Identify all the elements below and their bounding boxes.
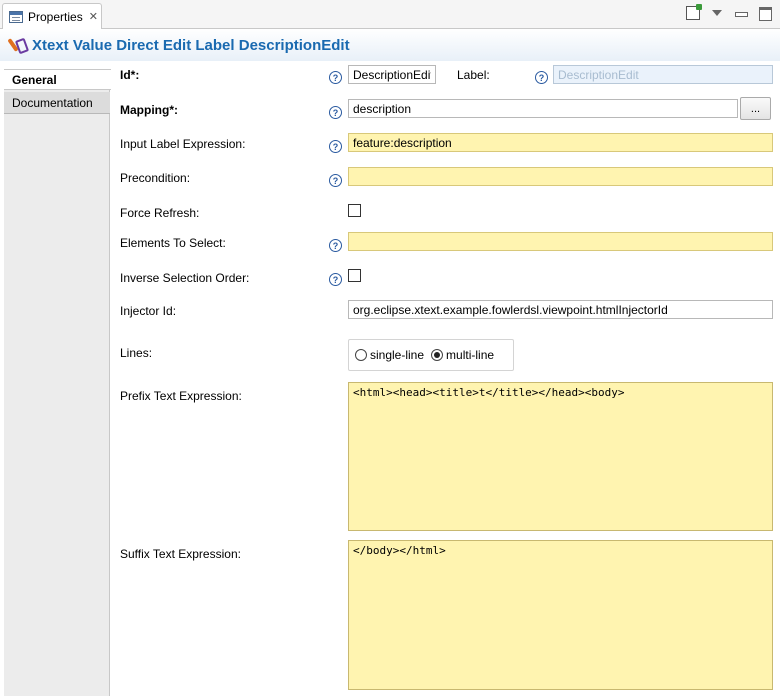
single-line-radio[interactable] [355,349,367,361]
help-icon[interactable]: ? [329,174,342,187]
multi-line-option[interactable]: multi-line [431,348,494,362]
input-label-expression-field[interactable] [348,133,773,152]
help-icon[interactable]: ? [329,273,342,286]
pin-view-icon[interactable] [686,4,702,20]
help-icon[interactable]: ? [329,106,342,119]
prefix-text-expression-label: Prefix Text Expression: [120,389,242,403]
force-refresh-label: Force Refresh: [120,206,200,220]
page-title: Xtext Value Direct Edit Label Descriptio… [32,36,350,54]
suffix-text-expression-label: Suffix Text Expression: [120,547,241,561]
precondition-label: Precondition: [120,171,191,185]
direct-edit-tool-icon [8,36,26,54]
multi-line-radio[interactable] [431,349,444,361]
help-icon[interactable]: ? [329,71,342,84]
section-tabs: General Documentation [4,69,111,696]
mapping-label: Mapping*: [120,103,178,117]
properties-view-icon [9,10,23,23]
help-icon[interactable]: ? [329,239,342,252]
id-label: Id*: [120,68,140,82]
tab-general[interactable]: General [4,69,111,90]
mapping-browse-button[interactable]: ... [740,97,771,120]
injector-id-label: Injector Id: [120,304,177,318]
lines-radio-group: single-line multi-line [348,339,514,371]
inverse-selection-order-checkbox[interactable] [348,269,361,282]
view-tab-bar: Properties ✕ [0,0,780,29]
close-icon[interactable]: ✕ [89,10,98,23]
label-label: Label: [457,68,490,82]
single-line-label: single-line [370,348,425,362]
properties-view-tab[interactable]: Properties ✕ [2,3,102,29]
label-field [553,65,773,84]
inverse-selection-order-label: Inverse Selection Order: [120,271,250,285]
precondition-field[interactable] [348,167,773,186]
single-line-option[interactable]: single-line [355,348,424,362]
injector-id-field[interactable] [348,300,773,319]
force-refresh-checkbox[interactable] [348,204,361,217]
properties-header: Xtext Value Direct Edit Label Descriptio… [0,29,780,61]
help-icon[interactable]: ? [535,71,548,84]
mapping-field[interactable] [348,99,738,118]
minimize-icon[interactable] [734,6,748,20]
suffix-text-expression-field[interactable]: </body></html> [348,540,773,690]
view-toolbar [686,4,772,21]
lines-label: Lines: [120,346,153,360]
view-menu-icon[interactable] [710,6,724,20]
multi-line-label: multi-line [446,348,495,362]
prefix-text-expression-field[interactable]: <html><head><title>t</title></head><body… [348,382,773,531]
tab-documentation[interactable]: Documentation [4,92,110,114]
elements-to-select-field[interactable] [348,232,773,251]
input-label-expression-label: Input Label Expression: [120,137,246,151]
properties-tab-label: Properties [28,9,83,24]
elements-to-select-label: Elements To Select: [120,236,226,250]
maximize-icon[interactable] [758,6,772,21]
help-icon[interactable]: ? [329,140,342,153]
id-field[interactable] [348,65,436,84]
